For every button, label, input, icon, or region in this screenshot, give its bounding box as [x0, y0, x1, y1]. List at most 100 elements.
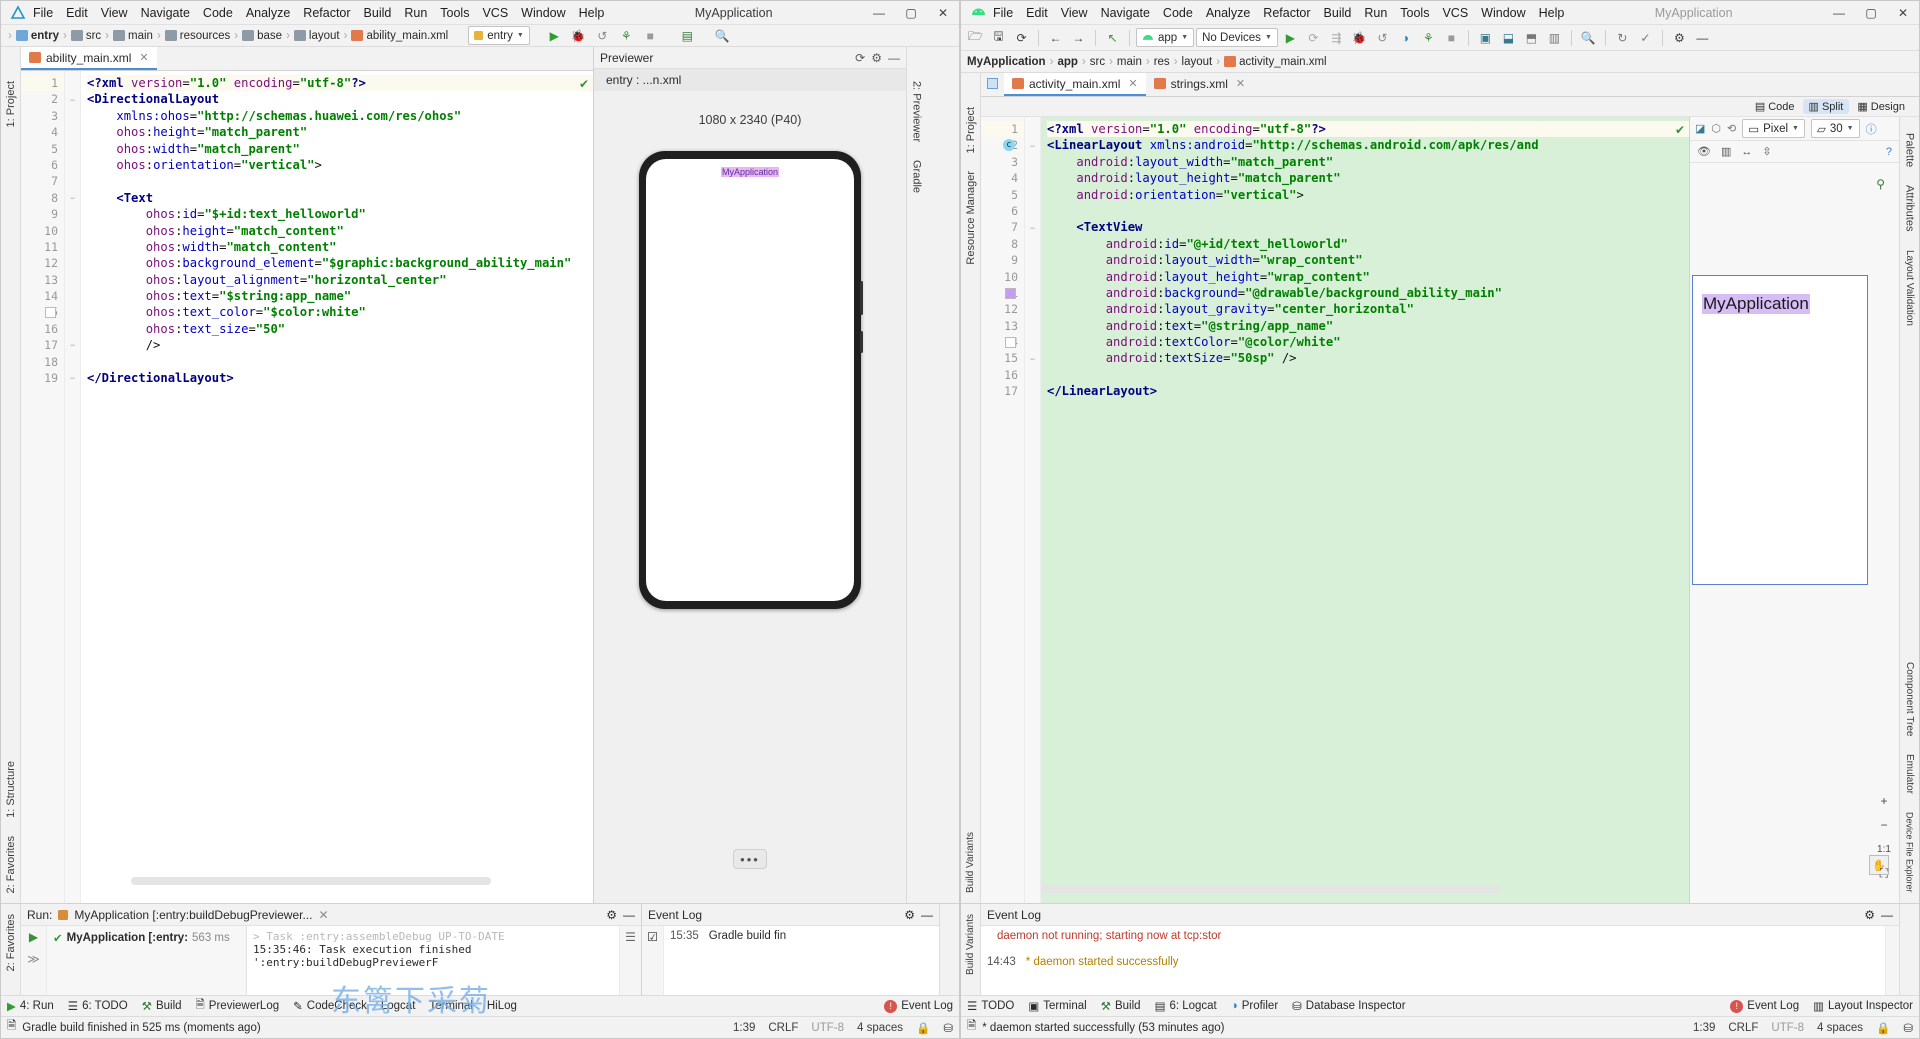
menu-window[interactable]: Window — [521, 6, 565, 20]
maximize-icon[interactable]: ▢ — [1855, 1, 1887, 25]
right-source-code[interactable]: <?xml version="1.0" encoding="utf-8"?> <L… — [1041, 117, 1689, 903]
breadcrumb-main[interactable]: main — [113, 30, 153, 42]
code-line[interactable]: <DirectionalLayout — [87, 91, 593, 107]
code-line[interactable]: ohos:height="match_parent" — [87, 124, 593, 140]
code-line[interactable] — [87, 173, 593, 189]
design-canvas[interactable]: ⚲ MyApplication ✋ + − 1:1 ⛶ — [1690, 163, 1899, 903]
menu-analyze[interactable]: Analyze — [246, 6, 290, 20]
margins-icon[interactable]: ⇳ — [1762, 145, 1771, 158]
event-log-settings-icon[interactable]: ⚙ — [1864, 908, 1875, 922]
device-preview-frame[interactable]: MyApplication — [1692, 275, 1868, 585]
code-line[interactable]: xmlns:ohos="http://schemas.huawei.com/re… — [87, 108, 593, 124]
sdk-manager-icon[interactable]: ⬓ — [1498, 27, 1519, 48]
code-line[interactable]: <?xml version="1.0" encoding="utf-8"?> — [87, 75, 593, 92]
run-task-tree[interactable]: ✔ MyApplication [:entry: 563 ms — [47, 926, 247, 995]
status-tool-logcat[interactable]: ▤ 6: Logcat — [1155, 999, 1217, 1013]
code-line[interactable]: android:textSize="50sp" /> — [1047, 350, 1689, 366]
code-line[interactable]: /> — [87, 337, 593, 353]
breadcrumb-myapplication[interactable]: MyApplication — [967, 56, 1046, 68]
code-line[interactable]: ohos:text_color="$color:white" — [87, 304, 593, 320]
preview-textview[interactable]: MyApplication — [1702, 294, 1810, 314]
preview-toggle-icon[interactable] — [987, 78, 998, 89]
menu-edit[interactable]: Edit — [1026, 6, 1048, 20]
run-button[interactable]: ▶ — [544, 25, 565, 46]
tool-window-project[interactable]: 1: Project — [965, 103, 977, 157]
profile-button[interactable]: ⚘ — [616, 25, 637, 46]
back-icon[interactable]: ← — [1045, 27, 1066, 48]
eye-icon[interactable]: 👁 — [1697, 145, 1711, 158]
run-settings-icon[interactable]: ⚙ — [606, 908, 617, 922]
tool-window-structure[interactable]: 1: Structure — [5, 757, 17, 822]
code-line[interactable]: android:text="@string/app_name" — [1047, 318, 1689, 334]
fold-toggle-icon[interactable]: − — [65, 190, 80, 206]
breadcrumb-src[interactable]: src — [1090, 56, 1105, 68]
menu-run[interactable]: Run — [1364, 6, 1387, 20]
open-folder-icon[interactable]: 🗁 — [965, 27, 986, 48]
memory-icon[interactable]: ⛁ — [943, 1021, 953, 1035]
code-line[interactable]: </DirectionalLayout> — [87, 370, 593, 386]
class-marker-icon[interactable]: c — [1003, 139, 1015, 152]
constraints-icon[interactable]: ↔ — [1741, 146, 1752, 158]
status-tool-build[interactable]: ⚒ Build — [1101, 999, 1141, 1013]
view-mode-design[interactable]: ▦ Design — [1851, 99, 1911, 114]
tool-window-gradle[interactable]: Gradle — [911, 156, 923, 197]
tool-window-component-tree[interactable]: Component Tree — [1904, 658, 1915, 741]
editor-view-mode-switcher[interactable]: ▤ Code ▥ Split ▦ Design — [981, 97, 1919, 117]
menu-window[interactable]: Window — [1481, 6, 1525, 20]
breadcrumb-main[interactable]: main — [1117, 56, 1142, 68]
code-line[interactable]: android:layout_height="wrap_content" — [1047, 269, 1689, 285]
horizontal-scrollbar[interactable] — [131, 877, 491, 885]
breadcrumb-layout[interactable]: layout — [293, 30, 340, 42]
left-source-code[interactable]: <?xml version="1.0" encoding="utf-8"?> <D… — [81, 71, 593, 903]
menu-refactor[interactable]: Refactor — [303, 6, 350, 20]
run-side-actions[interactable]: ▶ ≫ — [21, 926, 47, 995]
sync-icon[interactable]: ⟳ — [1011, 27, 1032, 48]
breadcrumb-resources[interactable]: resources — [164, 30, 230, 42]
status-tool-profiler[interactable]: ◑ Profiler — [1231, 1000, 1278, 1012]
info-icon[interactable]: ⓘ — [1866, 121, 1877, 137]
status-encoding[interactable]: UTF-8 — [811, 1022, 844, 1034]
breadcrumb-base[interactable]: base — [242, 30, 282, 42]
color-swatch-icon[interactable] — [1005, 287, 1016, 299]
code-line[interactable]: android:layout_width="wrap_content" — [1047, 252, 1689, 268]
code-line[interactable]: <LinearLayout xmlns:android="http://sche… — [1047, 137, 1689, 153]
phone-screen[interactable]: MyApplication — [646, 159, 854, 601]
layers-icon[interactable]: ◪ — [1695, 122, 1705, 135]
api-level-selector[interactable]: ▱ 30 ▼ — [1810, 119, 1860, 138]
code-line[interactable]: ohos:width="match_parent" — [87, 141, 593, 157]
status-tool-run[interactable]: ▶ 4: Run — [7, 999, 54, 1013]
project-structure-icon[interactable]: ⬒ — [1521, 27, 1542, 48]
run-task-row[interactable]: ✔ MyApplication [:entry: 563 ms — [51, 930, 242, 946]
code-line[interactable]: android:layout_height="match_parent" — [1047, 170, 1689, 186]
right-fold-gutter[interactable]: − − − — [1025, 117, 1041, 903]
status-tool-terminal[interactable]: ▣ Terminal — [1028, 999, 1086, 1013]
debug-button[interactable]: 🐞 — [568, 25, 589, 46]
tab-close-icon[interactable]: ✕ — [1128, 77, 1137, 90]
code-line[interactable]: ohos:height="match_content" — [87, 223, 593, 239]
close-icon[interactable]: ✕ — [927, 1, 959, 25]
rerun-button[interactable]: ↺ — [592, 25, 613, 46]
color-swatch-icon[interactable] — [45, 307, 56, 319]
attach-debugger-icon[interactable]: ↺ — [1372, 27, 1393, 48]
status-line-separator[interactable]: CRLF — [1728, 1022, 1758, 1034]
tool-window-layout-validation[interactable]: Layout Validation — [1904, 246, 1915, 330]
git-commit-icon[interactable]: ✓ — [1635, 27, 1656, 48]
event-log-minimize-icon[interactable]: — — [921, 908, 933, 922]
right-editor-tabs[interactable]: activity_main.xml ✕ strings.xml ✕ — [981, 73, 1919, 97]
menu-build[interactable]: Build — [1324, 6, 1352, 20]
right-window-controls[interactable]: — ▢ ✕ — [1823, 1, 1919, 25]
menu-help[interactable]: Help — [1539, 6, 1565, 20]
left-window-controls[interactable]: — ▢ ✕ — [863, 1, 959, 25]
zoom-out-button[interactable]: − — [1875, 817, 1893, 833]
code-line[interactable] — [1047, 203, 1689, 219]
menu-view[interactable]: View — [1061, 6, 1088, 20]
code-line[interactable]: android:layout_width="match_parent" — [1047, 154, 1689, 170]
menu-view[interactable]: View — [101, 6, 128, 20]
left-editor-tabs[interactable]: ability_main.xml ✕ — [21, 47, 593, 71]
event-log-scrollbar[interactable] — [1885, 926, 1899, 995]
menu-code[interactable]: Code — [203, 6, 233, 20]
code-line[interactable]: android:id="@+id/text_helloworld" — [1047, 236, 1689, 252]
breadcrumb-activity-main-xml[interactable]: activity_main.xml — [1224, 56, 1327, 68]
menu-tools[interactable]: Tools — [440, 6, 469, 20]
menu-code[interactable]: Code — [1163, 6, 1193, 20]
